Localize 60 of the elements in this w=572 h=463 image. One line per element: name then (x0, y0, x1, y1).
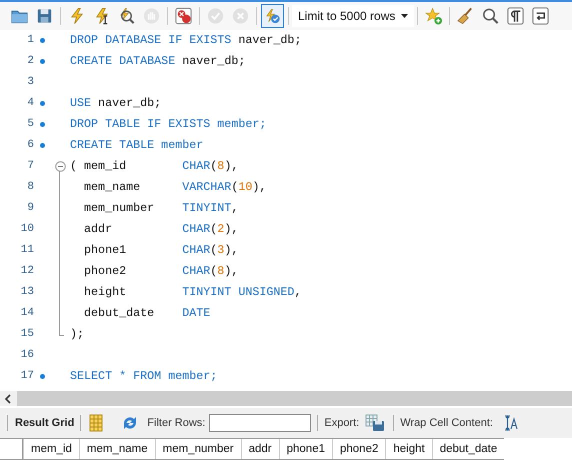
line-number: 17 (20, 369, 34, 384)
grid-columns-icon[interactable] (89, 414, 104, 432)
search-icon (481, 6, 500, 26)
code-line: mem_number TINYINT, (83, 200, 238, 217)
code-line: phone2 CHAR(8), (83, 263, 238, 280)
column-header[interactable]: mem_number (154, 439, 241, 459)
line-number: 13 (20, 285, 34, 300)
code-line: addr CHAR(2), (83, 221, 238, 238)
column-header[interactable]: addr (240, 439, 279, 459)
scroll-left-icon[interactable] (4, 394, 12, 404)
code-line: DROP DATABASE IF EXISTS naver_db; (70, 32, 302, 49)
wrap-text-icon[interactable] (502, 415, 519, 431)
result-grid-tab[interactable]: Result Grid (12, 417, 76, 429)
code-line: phone1 CHAR(3), (83, 242, 238, 259)
filter-rows-field[interactable] (209, 414, 312, 432)
code-line: USE naver_db; (70, 95, 162, 112)
code-line: CREATE TABLE member (70, 137, 204, 154)
caret-icon (401, 14, 408, 18)
line-number: 12 (20, 264, 34, 279)
pilcrow-icon (506, 6, 525, 26)
line-number: 11 (20, 243, 34, 258)
line-number: 10 (20, 222, 34, 237)
code-line: ( mem_id CHAR(8), (70, 158, 238, 175)
column-header[interactable]: debut_date (432, 439, 504, 459)
line-number: 7 (26, 159, 34, 174)
column-header[interactable]: phone2 (332, 439, 386, 459)
line-number: 6 (26, 138, 34, 153)
line-number: 1 (26, 33, 34, 48)
cancel-icon (231, 6, 250, 26)
autocommit-button[interactable] (261, 4, 284, 28)
line-number: 15 (20, 327, 34, 342)
code-line: SELECT * FROM member; (70, 368, 218, 385)
column-header[interactable]: height (385, 439, 432, 459)
word-wrap-icon (531, 6, 550, 26)
star-add-icon (424, 6, 443, 26)
code-line: ); (70, 326, 84, 343)
code-line: DROP TABLE IF EXISTS member; (70, 116, 266, 133)
autocommit-icon (263, 6, 282, 26)
code-line: height TINYINT UNSIGNED, (83, 284, 302, 301)
code-line: debut_date DATE (83, 305, 210, 322)
line-number: 14 (20, 306, 34, 321)
line-number: 4 (26, 96, 34, 111)
limit-dropdown[interactable]: Limit to 5000 rows (292, 5, 414, 27)
line-number: 2 (26, 54, 34, 69)
column-header[interactable]: phone1 (278, 439, 332, 459)
check-icon (206, 6, 225, 26)
filter-rows-label: Filter Rows: (147, 417, 206, 429)
line-number: 16 (20, 348, 34, 363)
wrap-cell-content-label: Wrap Cell Content: (400, 417, 493, 429)
line-number: 9 (26, 201, 34, 216)
fold-icon[interactable] (54, 161, 66, 172)
export-label: Export: (324, 417, 360, 429)
export-icon[interactable] (365, 414, 386, 432)
column-header[interactable]: mem_id (23, 439, 79, 459)
line-number: 3 (26, 75, 34, 90)
column-header[interactable]: mem_name (78, 439, 155, 459)
code-line: mem_name VARCHAR(10), (83, 179, 266, 196)
line-number: 8 (26, 180, 34, 195)
code-line: CREATE DATABASE naver_db; (70, 53, 246, 70)
line-number: 5 (26, 117, 34, 132)
